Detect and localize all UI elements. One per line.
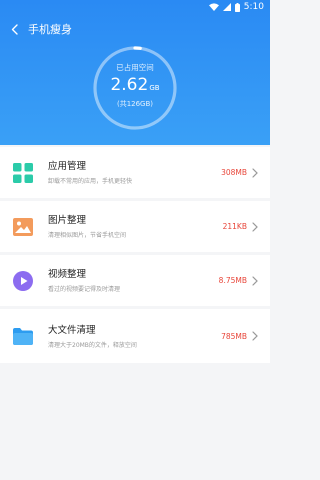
list-item-large-file-cleanup[interactable]: 大文件清理 清理大于20MB的文件，释放空间 785MB: [0, 309, 270, 363]
item-name: 大文件清理: [48, 324, 96, 336]
image-icon: [12, 216, 34, 238]
status-time: 5:10: [243, 2, 264, 12]
item-size: 8.75MB: [218, 276, 247, 285]
item-size: 211KB: [222, 222, 247, 231]
item-desc: 卸载不常用的应用，手机更轻快: [48, 178, 133, 185]
folder-icon: [12, 325, 34, 347]
storage-used: 2.62GB: [110, 75, 159, 98]
title-bar: 手机瘦身: [0, 18, 270, 40]
item-name: 视频整理: [48, 269, 87, 280]
storage-used-value: 2.62: [110, 74, 149, 95]
status-bar: 5:10: [0, 0, 270, 14]
item-desc: 清理相似图片，节省手机空间: [48, 232, 127, 239]
video-play-icon: [12, 270, 34, 292]
list-item-video-cleanup[interactable]: 视频整理 看过的视频要记得及时清理 8.75MB: [0, 255, 270, 306]
battery-icon: [234, 2, 240, 12]
storage-total: (共126GB): [116, 99, 154, 108]
chevron-right-icon: [252, 221, 258, 232]
list-item-app-management[interactable]: 应用管理 卸载不常用的应用，手机更轻快 308MB: [0, 147, 270, 198]
wifi-icon: [208, 3, 219, 11]
list-item-photo-cleanup[interactable]: 图片整理 清理相似图片，节省手机空间 211KB: [0, 201, 270, 252]
item-desc: 看过的视频要记得及时清理: [48, 286, 121, 293]
item-name: 图片整理: [48, 215, 87, 226]
storage-ring: 已占用空间 2.62GB (共126GB): [91, 44, 179, 132]
chevron-right-icon: [252, 167, 258, 178]
storage-used-unit: GB: [149, 83, 160, 92]
apps-grid-icon: [12, 162, 34, 184]
item-name: 应用管理: [48, 161, 87, 172]
storage-label: 已占用空间: [116, 62, 154, 72]
page-title: 手机瘦身: [28, 23, 72, 36]
signal-icon: [222, 3, 231, 11]
chevron-right-icon: [252, 331, 258, 341]
item-size: 785MB: [221, 331, 247, 341]
header: 5:10 手机瘦身 已占用空间 2.62GB (共126GB): [0, 0, 270, 145]
chevron-right-icon: [252, 275, 258, 286]
item-desc: 清理大于20MB的文件，释放空间: [48, 341, 137, 349]
back-button[interactable]: [6, 21, 22, 37]
back-arrow-icon: [11, 23, 18, 35]
cleanup-list: 应用管理 卸载不常用的应用，手机更轻快 308MB 图片整理 清理相似图片，节省…: [0, 147, 270, 366]
item-size: 308MB: [221, 168, 247, 177]
